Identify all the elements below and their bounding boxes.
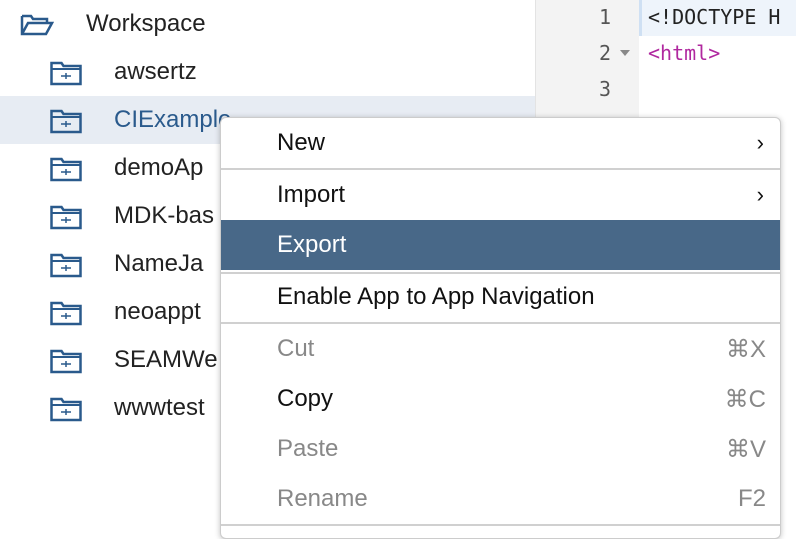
line-number: 2: [598, 41, 611, 65]
menu-item-cut[interactable]: Cut ⌘X: [221, 324, 780, 374]
menu-item-label: Enable App to App Navigation: [277, 283, 595, 310]
context-menu: New › Import › Export Enable App to App Navig…: [220, 117, 781, 539]
menu-item-label: Export: [277, 231, 347, 258]
project-folder-icon: [50, 108, 82, 134]
tree-item-label: NameJa: [114, 250, 204, 277]
project-folder-icon: [50, 300, 82, 326]
menu-item-import[interactable]: Import ›: [221, 170, 780, 220]
menu-shortcut: ⌘C: [724, 386, 766, 413]
chevron-right-icon: ›: [756, 182, 764, 207]
menu-item-copy[interactable]: Copy ⌘C: [221, 374, 780, 424]
tree-item-label: SEAMWe: [114, 346, 218, 373]
tree-item-label: neoappt: [114, 298, 201, 325]
line-number: 1: [598, 5, 611, 29]
tree-item-label: Workspace: [86, 10, 206, 37]
tree-item-label: MDK-bas: [114, 202, 215, 229]
tree-item-label: wwwtest: [114, 394, 205, 421]
menu-item-enable-app-to-app-navigation[interactable]: Enable App to App Navigation: [221, 272, 780, 322]
chevron-right-icon: ›: [756, 130, 764, 155]
tree-item-label: CIExample: [114, 106, 232, 133]
menu-separator: [221, 524, 780, 526]
project-folder-icon: [50, 348, 82, 374]
menu-item-label: Import: [277, 181, 346, 208]
menu-item-label: Rename: [277, 485, 368, 512]
folder-open-icon: [20, 12, 55, 36]
menu-item-paste[interactable]: Paste ⌘V: [221, 424, 780, 474]
menu-shortcut: F2: [737, 485, 766, 512]
tree-item-label: demoAp: [114, 154, 204, 181]
menu-item-label: Paste: [277, 435, 339, 462]
line-number: 3: [598, 77, 611, 101]
code-line-2: <html>: [648, 41, 721, 65]
tree-item-project[interactable]: awsertz: [0, 48, 535, 96]
fold-arrow-icon[interactable]: [620, 50, 630, 56]
project-folder-icon: [50, 60, 82, 86]
project-folder-icon: [50, 396, 82, 422]
menu-item-label: New: [277, 129, 326, 156]
menu-shortcut: ⌘X: [725, 336, 766, 363]
tree-root-workspace[interactable]: Workspace: [0, 0, 535, 48]
menu-item-label: Copy: [277, 385, 334, 412]
project-folder-icon: [50, 156, 82, 182]
menu-item-label: Cut: [277, 335, 315, 362]
project-folder-icon: [50, 252, 82, 278]
menu-shortcut: ⌘V: [725, 436, 766, 463]
code-line-1: <!DOCTYPE H: [648, 5, 781, 29]
tree-item-label: awsertz: [114, 58, 197, 85]
menu-item-new[interactable]: New ›: [221, 118, 780, 168]
menu-item-rename[interactable]: Rename F2: [221, 474, 780, 524]
project-folder-icon: [50, 204, 82, 230]
menu-item-export[interactable]: Export: [221, 220, 780, 270]
